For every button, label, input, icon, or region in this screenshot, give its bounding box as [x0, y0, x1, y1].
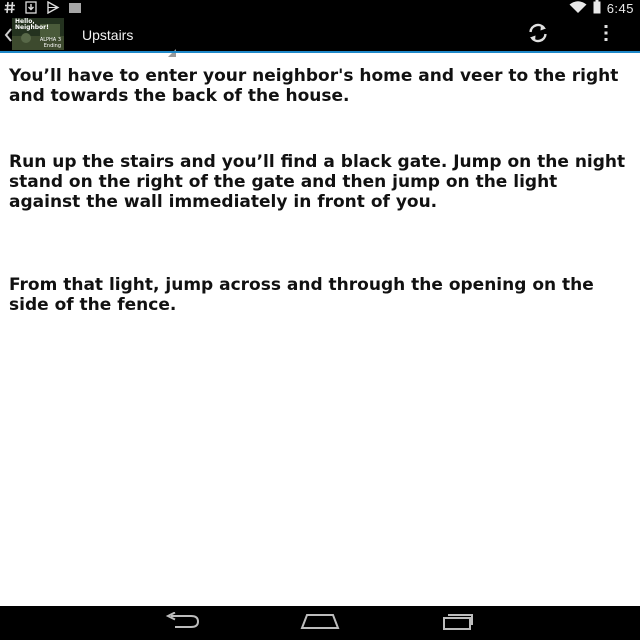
overflow-menu-icon — [603, 24, 609, 46]
recents-button[interactable] — [427, 610, 487, 636]
spinner-corner-icon — [168, 42, 176, 57]
thumbnail-title: Hello, Neighbor! — [15, 18, 49, 31]
back-icon — [165, 611, 201, 634]
play-store-icon — [46, 0, 60, 18]
wifi-icon — [569, 0, 587, 18]
refresh-icon — [527, 23, 549, 47]
action-bar: Hello, Neighbor! ALPHA 3 Ending Upstairs — [0, 17, 640, 57]
app-icon-thumbnail[interactable]: Hello, Neighbor! ALPHA 3 Ending — [12, 18, 64, 50]
recents-icon — [440, 611, 474, 635]
page-title[interactable]: Upstairs — [82, 27, 133, 43]
system-icons: 6:45 — [569, 0, 634, 17]
paragraph: Run up the stairs and you’ll find a blac… — [9, 152, 626, 212]
action-bar-divider — [0, 51, 640, 53]
download-icon — [25, 0, 37, 18]
barcode-icon — [69, 0, 82, 18]
notification-icons — [4, 0, 82, 17]
home-icon — [300, 612, 340, 634]
hash-icon — [4, 0, 16, 18]
refresh-button[interactable] — [520, 21, 556, 49]
status-bar: 6:45 — [0, 0, 640, 17]
paragraph: You’ll have to enter your neighbor's hom… — [9, 66, 619, 106]
paragraph: From that light, jump across and through… — [9, 275, 594, 315]
home-button[interactable] — [290, 610, 350, 636]
thumbnail-subtitle: ALPHA 3 Ending — [39, 37, 61, 49]
navigation-bar — [0, 606, 640, 640]
back-button[interactable] — [153, 610, 213, 636]
clock: 6:45 — [606, 1, 634, 16]
overflow-menu-button[interactable] — [592, 21, 620, 49]
battery-icon — [593, 0, 601, 18]
